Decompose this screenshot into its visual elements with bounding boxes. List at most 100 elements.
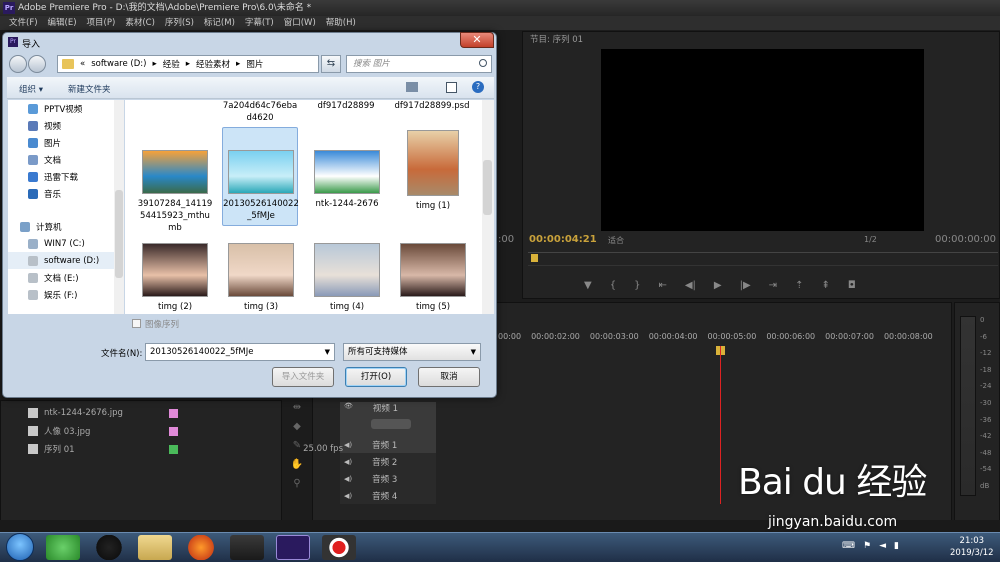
zoom-tool-icon[interactable]: ⚲ [293,478,300,489]
breadcrumb-segment[interactable]: « [80,59,85,69]
chevron-down-icon[interactable]: ▼ [325,344,330,360]
qq-app-icon[interactable] [92,535,126,560]
image-sequence-checkbox[interactable] [132,319,141,328]
timeline-ruler[interactable]: 00:00 00:00:02:00 00:00:03:00 00:00:04:00 00… [498,332,933,341]
file-item[interactable]: 20130526140022_5fMJe [222,150,300,222]
out-point-icon[interactable]: } [634,280,640,291]
new-folder-button[interactable]: 新建文件夹 [68,83,111,95]
pen-tool-icon[interactable]: ✎ [293,440,301,451]
nav-item[interactable]: 音乐 [8,185,123,202]
breadcrumb-segment[interactable]: 经验素材 [196,58,230,70]
filetype-select[interactable]: 所有可支持媒体 ▼ [343,343,481,361]
hand-tool-icon[interactable]: ✋ [291,459,303,470]
track-header[interactable]: ◀) 音频 1 [340,436,436,453]
start-button[interactable] [6,533,34,561]
explorer-app-icon[interactable] [138,535,172,560]
nav-item[interactable]: 视频 [8,117,123,134]
menu-item[interactable]: 素材(C) [120,16,160,30]
back-button[interactable] [9,55,27,73]
video-app-icon[interactable] [230,535,264,560]
nav-item[interactable]: WIN7 (C:) [8,235,123,252]
fit-dropdown[interactable]: 适合 [608,235,624,246]
breadcrumb-segment[interactable]: software (D:) [91,59,146,69]
eye-icon[interactable]: 👁 [344,402,353,410]
lift-icon[interactable]: ⇡ [795,280,803,291]
premiere-app-icon[interactable] [276,535,310,560]
speaker-icon[interactable]: ◀) [344,441,352,449]
track-header[interactable]: ◀) 音频 2 [340,453,436,470]
speaker-icon[interactable]: ◀) [344,492,352,500]
breadcrumb-segment[interactable]: ▸ [186,59,190,69]
breadcrumb-segment[interactable]: 图片 [246,58,263,70]
dialog-close-button[interactable]: ✕ [460,32,494,48]
preview-pane-icon[interactable] [446,82,457,93]
file-item[interactable]: ntk-1244-2676 [308,150,386,210]
camera-icon[interactable]: ◘ [848,280,856,291]
search-icon[interactable] [479,59,487,67]
file-item-partial[interactable]: df917d28899 [308,100,384,112]
file-item-partial[interactable]: 7a204d64c76ebad4620 [222,100,298,124]
nav-item[interactable]: 计算机 [8,218,123,235]
keyboard-icon[interactable]: ⌨ [842,541,855,551]
play-icon[interactable]: ▶ [714,280,722,291]
browser-app-icon[interactable] [46,535,80,560]
help-icon[interactable]: ? [472,81,484,93]
project-item[interactable]: 序列 01 25.00 fps [28,440,343,458]
nav-item[interactable]: 文档 [8,151,123,168]
video-track-keyframe-bar[interactable] [371,419,411,429]
nav-item[interactable]: software (D:) [8,252,123,269]
nav-item[interactable]: PPTV视频 [8,100,123,117]
file-item-partial[interactable]: df917d28899.psd [394,100,470,112]
ripple-tool-icon[interactable]: ⇹ [293,402,301,413]
search-input[interactable]: 搜索 图片 [346,55,492,73]
project-item[interactable]: 人像 03.jpg [28,422,278,440]
program-tab[interactable]: 节目: 序列 01 [530,33,583,45]
refresh-button[interactable]: ⇆ [321,55,341,73]
breadcrumb-segment[interactable]: 经验 [163,58,180,70]
view-options-icon[interactable] [406,82,418,92]
program-playhead[interactable] [531,254,538,262]
program-timecode[interactable]: 00:00:04:21 [529,234,597,245]
track-header[interactable]: ◀) 音频 4 [340,487,436,504]
file-item[interactable]: timg (4) [308,243,386,313]
file-item[interactable]: timg (5) [394,243,472,313]
file-item[interactable]: timg (3) [222,243,300,313]
program-ruler[interactable] [528,252,998,266]
menu-item[interactable]: 标记(M) [199,16,240,30]
recorder-app-icon[interactable] [322,535,356,560]
flag-icon[interactable]: ⚑ [863,541,871,551]
tray-clock[interactable]: 21:03 2019/3/12 [950,535,994,559]
in-point-icon[interactable]: { [610,280,616,291]
nav-item[interactable]: 图片 [8,134,123,151]
network-icon[interactable]: ▮ [894,541,899,551]
import-folder-button[interactable]: 导入文件夹 [272,367,334,387]
step-forward-icon[interactable]: |▶ [740,280,751,291]
menu-item[interactable]: 文件(F) [4,16,43,30]
nav-scrollbar-thumb[interactable] [115,190,123,278]
filename-input[interactable]: 20130526140022_5fMJe ▼ [145,343,335,361]
cancel-button[interactable]: 取消 [418,367,480,387]
breadcrumb-segment[interactable]: ▸ [152,59,156,69]
speaker-icon[interactable]: ◀) [344,475,352,483]
speaker-icon[interactable]: ◀) [344,458,352,466]
file-scrollbar-thumb[interactable] [483,160,492,215]
address-bar[interactable]: « software (D:) ▸ 经验 ▸ 经验素材 ▸ 图片 [57,55,319,73]
nav-item[interactable]: 迅雷下载 [8,168,123,185]
menu-item[interactable]: 序列(S) [160,16,199,30]
nav-item[interactable]: 娱乐 (F:) [8,286,123,303]
resolution-dropdown[interactable]: 1/2 [864,235,877,244]
breadcrumb-segment[interactable]: ▸ [236,59,240,69]
marker-icon[interactable]: ▼ [584,280,592,291]
go-to-out-icon[interactable]: ⇥ [769,280,777,291]
forward-button[interactable] [28,55,46,73]
menu-item[interactable]: 项目(P) [82,16,121,30]
project-item[interactable]: ntk-1244-2676.jpg [28,404,278,422]
step-back-icon[interactable]: ◀| [685,280,696,291]
extract-icon[interactable]: ⇞ [821,280,829,291]
firefox-app-icon[interactable] [184,535,218,560]
track-header[interactable]: ◀) 音频 3 [340,470,436,487]
open-button[interactable]: 打开(O) [345,367,407,387]
volume-icon[interactable]: ◄ [879,541,886,551]
menu-item[interactable]: 字幕(T) [240,16,279,30]
file-item[interactable]: timg (1) [394,130,472,212]
